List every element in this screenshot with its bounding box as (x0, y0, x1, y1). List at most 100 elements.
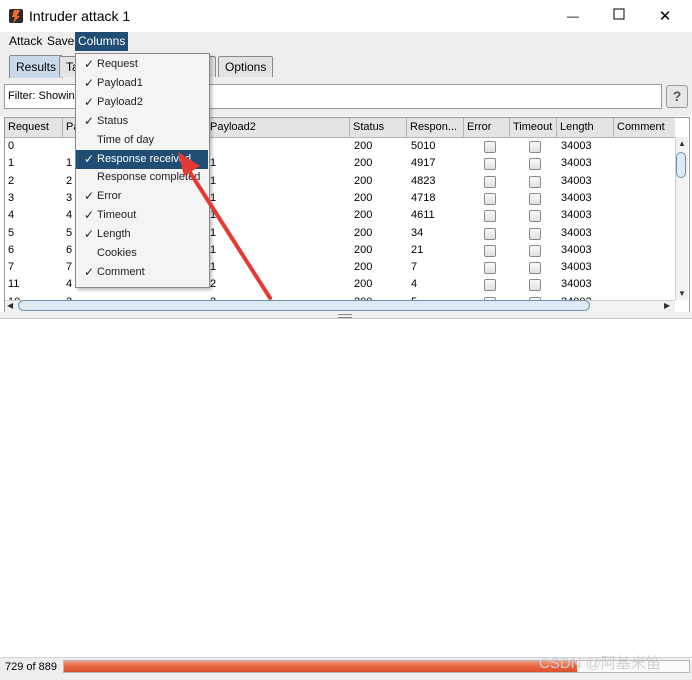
cell-status: 200 (354, 226, 373, 239)
timeout-checkbox (529, 227, 541, 240)
menu-attack[interactable]: Attack (6, 32, 45, 51)
minimize-button[interactable]: — (550, 0, 596, 32)
cell-length: 34003 (561, 209, 592, 222)
menu-columns[interactable]: Columns (75, 32, 129, 51)
cell-request: 0 (8, 140, 15, 152)
cell-request: 6 (8, 243, 15, 256)
scroll-down-icon[interactable]: ▼ (678, 289, 686, 298)
scroll-up-icon[interactable]: ▲ (678, 139, 686, 148)
cell-length: 34003 (561, 191, 592, 204)
columns-menu-item-time-of-day[interactable]: Time of day (76, 131, 208, 150)
col-header-status[interactable]: Status (350, 118, 407, 137)
scroll-right-icon[interactable]: ▶ (664, 301, 670, 310)
cell-length: 34003 (561, 243, 592, 256)
menu-item-label: Comment (97, 265, 145, 278)
filter-text: Filter: Showing (8, 90, 81, 102)
error-checkbox (484, 141, 496, 153)
menu-item-label: Payload1 (97, 76, 143, 89)
cell-request: 5 (8, 226, 15, 239)
cell-request: 3 (8, 191, 15, 204)
menu-item-label: Time of day (97, 133, 155, 146)
menu-item-label: Request (97, 58, 138, 70)
cell-request: 11 (8, 278, 20, 291)
horizontal-scroll-thumb[interactable] (18, 300, 590, 311)
col-header-timeout[interactable]: Timeout (510, 118, 557, 137)
col-header-error[interactable]: Error (464, 118, 510, 137)
check-icon: ✓ (84, 189, 95, 204)
cell-response: 7 (411, 261, 418, 274)
cell-status: 200 (354, 243, 373, 256)
timeout-checkbox (529, 210, 541, 223)
cell-payload1: 4 (66, 209, 73, 222)
columns-menu-item-request[interactable]: ✓ Request (76, 55, 208, 74)
cell-response: 21 (411, 243, 424, 256)
timeout-checkbox (529, 158, 541, 171)
cell-request: 4 (8, 209, 15, 222)
error-checkbox (484, 279, 496, 292)
cell-response: 4823 (411, 174, 436, 187)
cell-length: 34003 (561, 174, 592, 187)
tab-results[interactable]: Results (9, 55, 64, 78)
columns-menu-item-status[interactable]: ✓ Status (76, 112, 208, 131)
columns-menu-item-payload2[interactable]: ✓ Payload2 (76, 93, 208, 112)
cell-payload1: 7 (66, 261, 73, 274)
col-header-request[interactable]: Request (5, 118, 63, 137)
cell-request: 1 (8, 157, 15, 170)
cell-payload1: 4 (66, 278, 73, 291)
timeout-checkbox (529, 141, 541, 153)
close-button[interactable]: ✕ (642, 0, 688, 32)
cell-payload1: 3 (66, 191, 73, 204)
col-header-response-received[interactable]: Respon... (407, 118, 464, 137)
timeout-checkbox (529, 279, 541, 292)
cell-status: 200 (354, 261, 373, 274)
col-header-payload2[interactable]: Payload2 (207, 118, 350, 137)
cell-length: 34003 (561, 157, 592, 170)
cell-response: 4611 (411, 209, 435, 222)
cell-response: 34 (411, 226, 424, 239)
columns-menu-item-payload1[interactable]: ✓ Payload1 (76, 74, 208, 93)
menu-item-label: Payload2 (97, 95, 143, 108)
cell-request: 7 (8, 261, 15, 274)
timeout-checkbox (529, 262, 541, 275)
menu-item-label: Timeout (97, 209, 137, 222)
menu-save[interactable]: Save (44, 32, 77, 51)
maximize-button[interactable] (596, 0, 642, 32)
error-checkbox (484, 175, 496, 188)
cell-response: 4917 (411, 157, 436, 170)
cell-length: 34003 (561, 278, 592, 291)
scroll-left-icon[interactable]: ◀ (7, 301, 13, 310)
timeout-checkbox (529, 175, 541, 188)
help-button[interactable]: ? (666, 85, 688, 108)
progress-count: 729 of 889 (5, 661, 57, 673)
check-icon: ✓ (84, 113, 95, 128)
menu-item-label: Cookies (97, 247, 137, 259)
error-checkbox (484, 158, 496, 171)
detail-pane (0, 319, 692, 657)
splitter-grip-icon (338, 314, 352, 318)
menu-item-label: Length (97, 228, 131, 241)
close-icon: ✕ (658, 8, 672, 25)
cell-status: 200 (354, 278, 373, 291)
error-checkbox (484, 262, 496, 275)
check-icon: ✓ (84, 264, 95, 279)
cell-payload1: 2 (66, 174, 73, 187)
cell-length: 34003 (561, 140, 592, 152)
cell-status: 200 (354, 140, 373, 152)
check-icon: ✓ (84, 57, 95, 71)
cell-status: 200 (354, 157, 373, 170)
check-icon: ✓ (84, 151, 95, 166)
tab-options[interactable]: Options (218, 56, 274, 77)
cell-status: 200 (354, 174, 373, 187)
col-header-comment[interactable]: Comment (614, 118, 675, 137)
check-icon: ✓ (84, 94, 95, 109)
error-checkbox (484, 227, 496, 240)
vertical-scroll-thumb[interactable] (676, 152, 686, 178)
cell-payload1: 6 (66, 243, 73, 256)
menu-item-label: Status (97, 114, 129, 127)
watermark: CSDN @阿基米笛 (539, 655, 661, 672)
cell-length: 34003 (561, 226, 592, 239)
error-checkbox (484, 244, 496, 257)
col-header-length[interactable]: Length (557, 118, 614, 137)
cell-status: 200 (354, 209, 373, 222)
progress-fill (64, 661, 577, 672)
